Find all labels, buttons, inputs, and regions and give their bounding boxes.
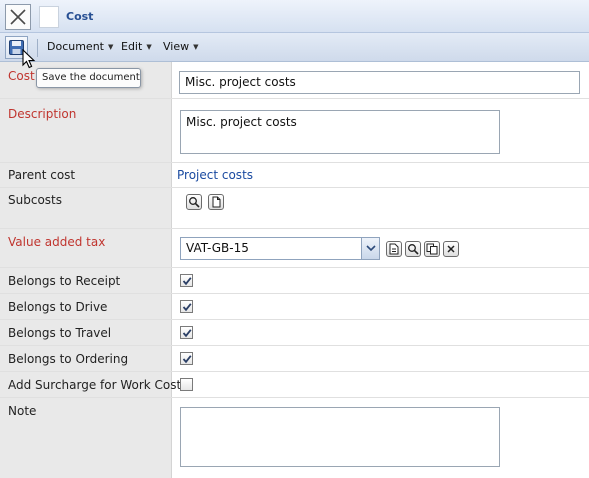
menu-document[interactable]: Document ▼ <box>47 40 113 53</box>
drive-label: Belongs to Drive <box>8 300 108 314</box>
window-title: Cost <box>66 10 94 23</box>
caret-down-icon: ▼ <box>108 42 114 51</box>
subcosts-label: Subcosts <box>8 193 62 207</box>
checkmark-icon <box>182 277 192 286</box>
vat-copy-button[interactable] <box>424 241 440 257</box>
clear-icon <box>447 245 455 253</box>
cost-form: Cost Misc. project costs Description Mis… <box>0 62 589 478</box>
subcosts-new-button[interactable] <box>208 194 224 210</box>
checkmark-icon <box>182 355 192 364</box>
row-note: Note <box>0 398 589 478</box>
vat-select-value: VAT-GB-15 <box>186 241 249 255</box>
toolbar: Document ▼ Edit ▼ View ▼ <box>0 33 589 62</box>
cost-input[interactable]: Misc. project costs <box>179 71 580 94</box>
description-textarea[interactable]: Misc. project costs <box>180 110 500 154</box>
parent-cost-label: Parent cost <box>8 168 76 182</box>
open-document-icon <box>389 243 399 255</box>
row-surcharge: Add Surcharge for Work Cost <box>0 372 589 398</box>
receipt-label: Belongs to Receipt <box>8 274 121 288</box>
row-subcosts: Subcosts <box>0 188 589 229</box>
subcosts-search-button[interactable] <box>186 194 202 210</box>
row-vat: Value added tax VAT-GB-15 <box>0 229 589 268</box>
drive-checkbox[interactable] <box>180 300 193 313</box>
chevron-down-icon <box>366 245 376 252</box>
save-tooltip: Save the document <box>36 68 141 88</box>
row-parent-cost: Parent cost Project costs <box>0 163 589 188</box>
travel-label: Belongs to Travel <box>8 326 112 340</box>
new-document-icon <box>212 196 221 208</box>
surcharge-label: Add Surcharge for Work Cost <box>8 378 182 392</box>
menu-view[interactable]: View ▼ <box>163 40 199 53</box>
vat-search-button[interactable] <box>405 241 421 257</box>
menu-edit[interactable]: Edit ▼ <box>121 40 152 53</box>
vat-label: Value added tax <box>8 235 106 249</box>
vat-select[interactable]: VAT-GB-15 <box>180 237 380 260</box>
row-description: Description Misc. project costs <box>0 99 589 163</box>
vat-clear-button[interactable] <box>443 241 459 257</box>
description-label: Description <box>8 107 77 121</box>
menu-edit-label: Edit <box>121 40 143 53</box>
travel-checkbox[interactable] <box>180 326 193 339</box>
dropdown-arrow[interactable] <box>361 238 379 259</box>
search-icon <box>408 244 419 255</box>
blank-document-icon <box>39 6 59 28</box>
menu-document-label: Document <box>47 40 104 53</box>
window-title-bar: Cost <box>0 0 589 33</box>
checkmark-icon <box>182 329 192 338</box>
cost-label: Cost <box>8 69 35 83</box>
vat-open-button[interactable] <box>386 241 402 257</box>
copy-icon <box>426 243 438 255</box>
receipt-checkbox[interactable] <box>180 274 193 287</box>
mouse-pointer-icon <box>22 49 36 69</box>
ordering-checkbox[interactable] <box>180 352 193 365</box>
checkmark-icon <box>182 303 192 312</box>
row-drive: Belongs to Drive <box>0 294 589 320</box>
row-receipt: Belongs to Receipt <box>0 268 589 294</box>
close-button[interactable] <box>5 4 31 30</box>
row-ordering: Belongs to Ordering <box>0 346 589 372</box>
ordering-label: Belongs to Ordering <box>8 352 129 366</box>
close-x-icon <box>10 9 26 25</box>
caret-down-icon: ▼ <box>146 42 152 51</box>
surcharge-checkbox[interactable] <box>180 378 193 391</box>
parent-cost-link[interactable]: Project costs <box>177 168 253 182</box>
row-travel: Belongs to Travel <box>0 320 589 346</box>
note-textarea[interactable] <box>180 407 500 467</box>
note-label: Note <box>8 404 37 418</box>
menu-view-label: View <box>163 40 190 53</box>
search-icon <box>189 197 200 208</box>
caret-down-icon: ▼ <box>193 42 199 51</box>
toolbar-separator <box>37 39 38 57</box>
